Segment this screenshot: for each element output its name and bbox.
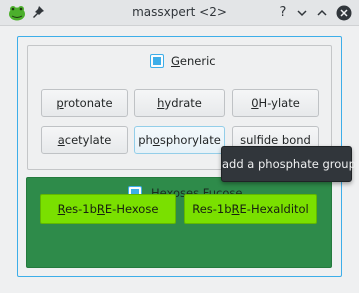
tooltip: add a phosphate group [221, 146, 356, 182]
oh-ylate-button[interactable]: 0H-ylate [232, 89, 319, 117]
close-icon[interactable] [336, 5, 352, 21]
help-button[interactable]: ? [275, 5, 291, 21]
generic-checkbox[interactable] [150, 54, 164, 68]
app-window: massxpert <2> ? Generic protonate hydrat… [0, 0, 359, 293]
phosphorylate-button[interactable]: phosphorylate [134, 126, 225, 154]
res-1bre-hexose-button[interactable]: Res-1bRE-Hexose [40, 194, 176, 224]
minimize-icon[interactable] [294, 5, 310, 21]
hydrate-button[interactable]: hydrate [134, 89, 225, 117]
acetylate-button[interactable]: acetylate [41, 126, 128, 154]
res-1bre-hexalditol-button[interactable]: Res-1bRE-Hexalditol [184, 194, 317, 224]
checkbox-checked-mark [153, 57, 161, 65]
maximize-icon[interactable] [314, 5, 330, 21]
generic-label[interactable]: Generic [171, 54, 216, 68]
title-bar[interactable]: massxpert <2> ? [0, 0, 359, 26]
protonate-button[interactable]: protonate [41, 89, 128, 117]
